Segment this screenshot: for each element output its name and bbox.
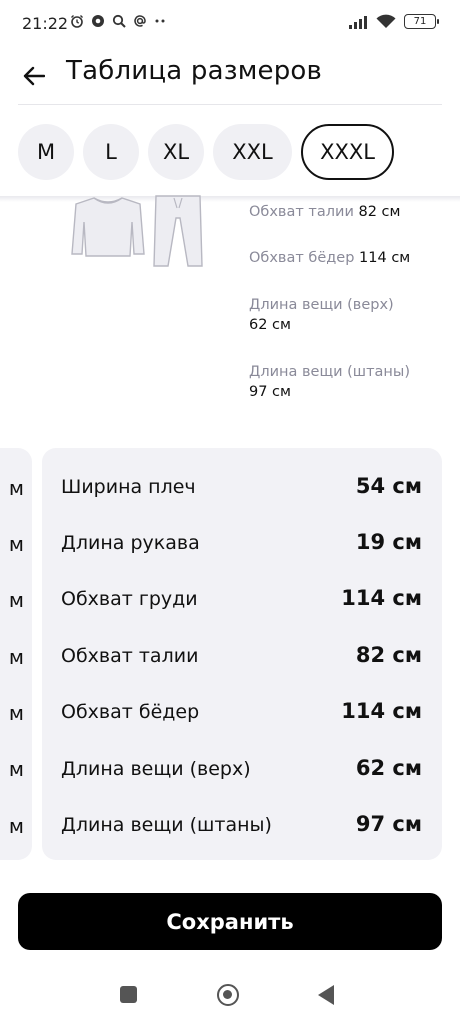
table-row: Обхват бёдер 114 см bbox=[42, 693, 442, 733]
row-label: Длина вещи (верх) bbox=[61, 758, 251, 780]
cutoff-unit: м bbox=[8, 588, 24, 612]
cutoff-unit: м bbox=[8, 701, 24, 725]
measure-item: Длина вещи (верх) 62 см bbox=[249, 295, 394, 335]
status-icons-left bbox=[70, 14, 166, 28]
battery-icon: 71 bbox=[404, 14, 439, 29]
alarm-icon bbox=[71, 15, 83, 28]
sweatshirt-icon bbox=[71, 197, 145, 257]
measure-label: Обхват талии bbox=[249, 204, 354, 220]
system-nav-bar bbox=[0, 970, 460, 1024]
measure-item: Обхват талии 82 см bbox=[249, 202, 400, 222]
table-row: Ширина плеч 54 см bbox=[42, 468, 442, 508]
measure-value: 114 см bbox=[359, 250, 411, 266]
measure-label: Длина вещи (верх) bbox=[249, 297, 394, 313]
clothing-illustration bbox=[70, 195, 210, 276]
table-row: Длина вещи (штаны) 97 см bbox=[42, 806, 442, 846]
wifi-icon bbox=[376, 14, 396, 28]
measure-item: Обхват бёдер 114 см bbox=[249, 248, 410, 268]
measure-value: 97 см bbox=[249, 384, 291, 400]
measure-label: Длина вещи (штаны) bbox=[249, 364, 410, 380]
pants-icon bbox=[153, 195, 203, 267]
cutoff-unit: м bbox=[8, 476, 24, 500]
more-dots-icon bbox=[155, 19, 165, 23]
cutoff-unit: м bbox=[8, 757, 24, 781]
arrow-left-icon bbox=[23, 66, 45, 86]
measure-value: 62 см bbox=[249, 317, 291, 333]
size-chip-xl[interactable]: XL bbox=[148, 124, 204, 180]
size-chip-xxxl[interactable]: XXXL bbox=[301, 124, 394, 180]
row-value: 62 см bbox=[355, 756, 422, 780]
previous-size-card[interactable]: м м м м м м м bbox=[0, 448, 32, 860]
table-row: Длина рукава 19 см bbox=[42, 524, 442, 564]
table-row: Длина вещи (верх) 62 см bbox=[42, 750, 442, 790]
row-value: 97 см bbox=[355, 812, 422, 836]
signal-icon bbox=[349, 15, 367, 29]
row-label: Обхват груди bbox=[61, 588, 198, 610]
save-button[interactable]: Сохранить bbox=[18, 893, 442, 950]
measure-value: 82 см bbox=[358, 204, 401, 220]
size-table-card[interactable]: Ширина плеч 54 см Длина рукава 19 см Обх… bbox=[42, 448, 442, 860]
row-label: Длина рукава bbox=[61, 532, 200, 554]
status-bar: 21:22 71 bbox=[0, 0, 460, 48]
header-divider bbox=[18, 104, 442, 105]
row-label: Длина вещи (штаны) bbox=[61, 814, 272, 836]
row-value: 19 см bbox=[355, 530, 422, 554]
size-chip-m[interactable]: M bbox=[18, 124, 74, 180]
cutoff-unit: м bbox=[8, 645, 24, 669]
size-chip-xxl[interactable]: XXL bbox=[213, 124, 292, 180]
search-icon bbox=[112, 14, 126, 28]
cutoff-unit: м bbox=[8, 814, 24, 838]
size-selector: M L XL XXL XXXL bbox=[18, 124, 394, 180]
row-value: 114 см bbox=[341, 699, 422, 723]
table-row: Обхват груди 114 см bbox=[42, 580, 442, 620]
measure-item: Длина вещи (штаны) 97 см bbox=[249, 362, 410, 402]
row-value: 82 см bbox=[355, 643, 422, 667]
at-icon bbox=[134, 15, 146, 27]
recent-apps-icon[interactable] bbox=[120, 986, 137, 1003]
header: Таблица размеров bbox=[0, 48, 460, 106]
row-label: Обхват талии bbox=[61, 645, 199, 667]
row-label: Обхват бёдер bbox=[61, 701, 200, 723]
home-icon[interactable] bbox=[217, 984, 239, 1006]
row-value: 114 см bbox=[341, 586, 422, 610]
measure-label: Обхват бёдер bbox=[249, 250, 355, 266]
cutoff-unit: м bbox=[8, 532, 24, 556]
back-icon[interactable] bbox=[318, 985, 334, 1005]
back-button[interactable] bbox=[16, 58, 52, 94]
table-row: Обхват талии 82 см bbox=[42, 637, 442, 677]
status-time: 21:22 bbox=[22, 14, 69, 33]
row-value: 54 см bbox=[355, 474, 422, 498]
page-title: Таблица размеров bbox=[66, 56, 323, 86]
status-icons-right: 71 bbox=[348, 14, 439, 29]
shield-icon bbox=[92, 15, 104, 27]
row-label: Ширина плеч bbox=[61, 476, 196, 498]
size-chip-l[interactable]: L bbox=[83, 124, 139, 180]
